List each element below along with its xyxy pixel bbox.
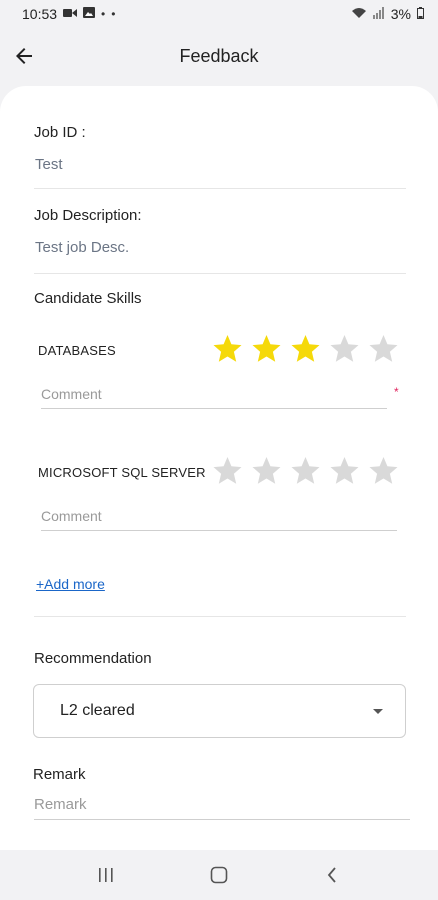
divider <box>34 273 406 274</box>
job-description-label: Job Description: <box>34 207 142 224</box>
status-time: 10:53 <box>22 6 58 22</box>
wifi-icon <box>351 7 367 22</box>
required-indicator: * <box>394 385 399 399</box>
status-bar: 10:53 • • 3% <box>0 0 438 28</box>
app-bar: Feedback <box>0 28 438 84</box>
star-filled-icon[interactable] <box>289 333 322 366</box>
star-empty-icon[interactable] <box>367 455 400 488</box>
comment-field[interactable] <box>41 386 387 409</box>
recent-apps-button[interactable] <box>86 855 126 895</box>
status-right: 3% <box>351 6 424 22</box>
battery-level: 3% <box>390 6 411 22</box>
system-nav-bar <box>0 850 438 900</box>
star-empty-icon[interactable] <box>211 455 244 488</box>
job-id-value: Test <box>35 156 63 173</box>
star-rating[interactable] <box>211 455 400 488</box>
star-empty-icon[interactable] <box>250 455 283 488</box>
job-id-label: Job ID : <box>34 124 86 141</box>
star-empty-icon[interactable] <box>328 333 361 366</box>
recommendation-selected: L2 cleared <box>60 702 135 719</box>
comment-field[interactable] <box>41 508 397 531</box>
feedback-card: Job ID : Test Job Description: Test job … <box>0 86 438 850</box>
skill-name: MICROSOFT SQL SERVER <box>38 465 206 480</box>
dropdown-arrow-icon <box>373 708 383 714</box>
remark-label: Remark <box>33 766 86 783</box>
remark-field[interactable] <box>34 796 410 820</box>
recent-apps-icon <box>99 868 113 882</box>
home-button[interactable] <box>199 855 239 895</box>
add-more-link[interactable]: +Add more <box>36 576 105 592</box>
divider <box>34 616 406 617</box>
back-nav-button[interactable] <box>312 855 352 895</box>
star-filled-icon[interactable] <box>250 333 283 366</box>
divider <box>34 188 406 189</box>
star-empty-icon[interactable] <box>328 455 361 488</box>
notification-dot-icon: • <box>101 7 106 21</box>
star-filled-icon[interactable] <box>211 333 244 366</box>
signal-icon <box>372 6 385 22</box>
recommendation-label: Recommendation <box>34 650 152 667</box>
skill-name: DATABASES <box>38 343 116 358</box>
star-rating[interactable] <box>211 333 400 366</box>
recommendation-dropdown[interactable]: L2 cleared <box>33 684 406 738</box>
video-icon <box>63 7 78 21</box>
battery-icon <box>417 6 424 22</box>
star-empty-icon[interactable] <box>367 333 400 366</box>
star-empty-icon[interactable] <box>289 455 322 488</box>
job-description-value: Test job Desc. <box>35 239 130 256</box>
image-icon <box>83 7 96 21</box>
candidate-skills-heading: Candidate Skills <box>34 290 142 307</box>
page-title: Feedback <box>179 46 259 66</box>
back-nav-icon <box>327 867 336 883</box>
status-left: 10:53 • • <box>22 6 115 22</box>
home-icon <box>210 866 228 884</box>
notification-dot-icon: • <box>111 7 116 21</box>
